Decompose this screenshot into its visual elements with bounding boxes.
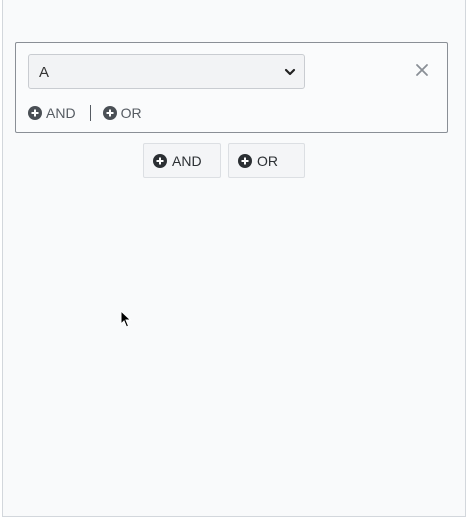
condition-select-value: A	[39, 64, 50, 81]
mouse-cursor-icon	[120, 310, 132, 328]
add-and-button[interactable]: AND	[143, 143, 221, 178]
condition-group: A AND OR	[15, 42, 448, 133]
inline-actions: AND OR	[28, 104, 142, 122]
add-or-label: OR	[257, 152, 278, 169]
query-builder-panel: A AND OR AND OR	[2, 0, 466, 517]
plus-circle-icon	[238, 153, 252, 168]
condition-select[interactable]: A	[28, 54, 305, 89]
inline-and-label: AND	[46, 105, 76, 121]
close-icon[interactable]	[415, 63, 429, 77]
add-or-button[interactable]: OR	[228, 143, 305, 178]
divider	[89, 105, 91, 121]
add-and-label: AND	[172, 152, 202, 169]
plus-circle-icon	[102, 106, 117, 120]
plus-circle-icon	[28, 106, 42, 120]
inline-add-and-button[interactable]: AND	[28, 105, 76, 121]
inline-add-or-button[interactable]: OR	[102, 105, 142, 121]
plus-circle-icon	[153, 153, 167, 168]
inline-or-label: OR	[120, 105, 142, 121]
chevron-down-icon	[284, 68, 296, 76]
